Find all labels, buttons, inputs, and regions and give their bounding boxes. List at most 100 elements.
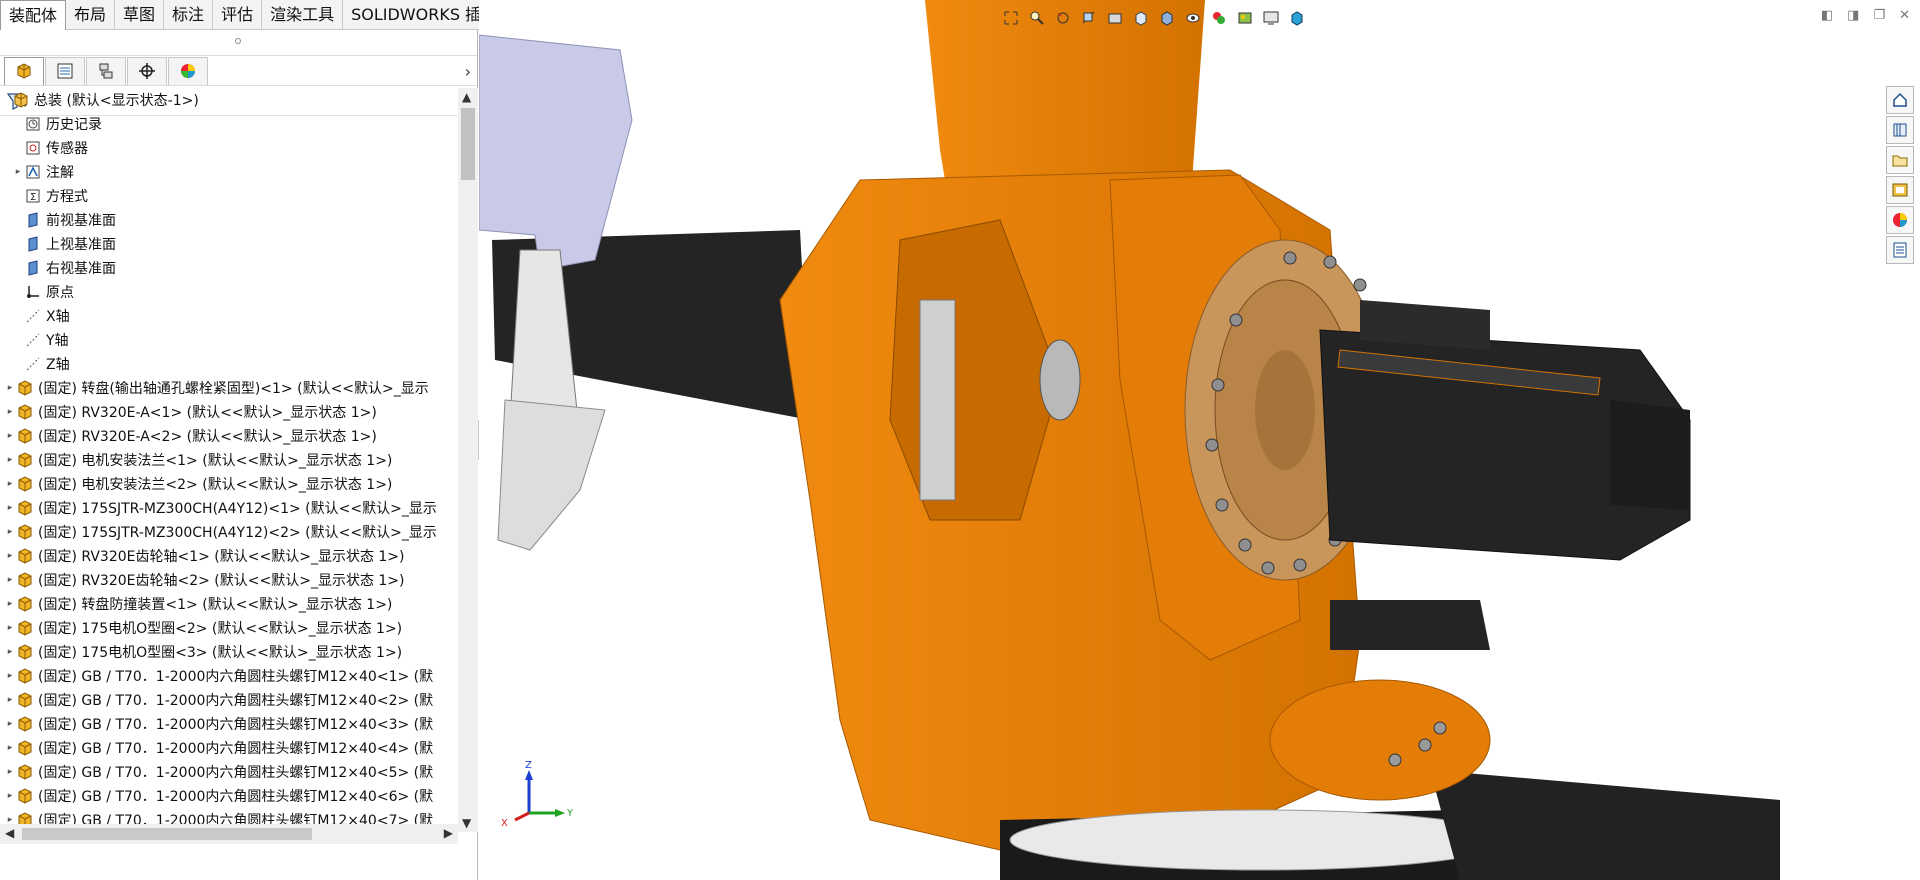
tile-right-icon[interactable]: ◨ xyxy=(1847,8,1859,23)
vertical-scrollbar[interactable]: ▲ ▼ xyxy=(458,88,478,832)
tree-item[interactable]: ▸ 注解 xyxy=(0,160,458,184)
tree-item[interactable]: Z轴 xyxy=(0,352,458,376)
featuremanager-tab[interactable] xyxy=(4,56,44,85)
horizontal-scroll-thumb[interactable] xyxy=(22,828,312,840)
appearances-icon[interactable] xyxy=(1886,206,1914,234)
expand-arrow-icon[interactable]: ▸ xyxy=(4,599,16,609)
tree-item[interactable]: 传感器 xyxy=(0,136,458,160)
expand-arrow-icon[interactable]: ▸ xyxy=(4,695,16,705)
custom-properties-icon[interactable] xyxy=(1886,236,1914,264)
panel-collapse-bar[interactable] xyxy=(0,30,477,56)
expand-arrow-icon[interactable]: ▸ xyxy=(4,623,16,633)
scroll-left-icon[interactable]: ◀ xyxy=(5,826,14,840)
command-tab[interactable]: 渲染工具 xyxy=(262,0,344,30)
dimxpertmanager-tab[interactable] xyxy=(127,56,167,85)
view-settings-icon[interactable] xyxy=(1259,7,1283,29)
section-view-icon[interactable] xyxy=(1077,7,1101,29)
expand-arrow-icon[interactable]: ▸ xyxy=(4,767,16,777)
expand-arrow-icon[interactable]: ▸ xyxy=(4,791,16,801)
tree-component[interactable]: ▸ (固定) 电机安装法兰<1> (默认<<默认>_显示状态 1>) xyxy=(0,448,458,472)
tree-component[interactable]: ▸ (固定) GB / T70．1-2000内六角圆柱头螺钉M12×40<7> (… xyxy=(0,808,458,824)
tree-component[interactable]: ▸ (固定) RV320E-A<1> (默认<<默认>_显示状态 1>) xyxy=(0,400,458,424)
expand-arrow-icon[interactable]: ▸ xyxy=(4,743,16,753)
tree-root[interactable]: 总装 (默认<显示状态-1>) xyxy=(0,88,458,112)
scroll-right-icon[interactable]: ▶ xyxy=(444,826,453,840)
collapse-handle-icon[interactable] xyxy=(235,38,241,44)
tree-component[interactable]: ▸ (固定) 转盘(输出轴通孔螺栓紧固型)<1> (默认<<默认>_显示 xyxy=(0,376,458,400)
more-tabs-chevron-icon[interactable]: › xyxy=(465,62,471,81)
tree-item[interactable]: 前视基准面 xyxy=(0,208,458,232)
tree-component[interactable]: ▸ (固定) GB / T70．1-2000内六角圆柱头螺钉M12×40<3> (… xyxy=(0,712,458,736)
tree-item[interactable]: 右视基准面 xyxy=(0,256,458,280)
expand-arrow-icon[interactable]: ▸ xyxy=(4,407,16,417)
tree-component[interactable]: ▸ (固定) 175电机O型圈<3> (默认<<默认>_显示状态 1>) xyxy=(0,640,458,664)
expand-arrow-icon[interactable]: ▸ xyxy=(4,551,16,561)
scroll-down-icon[interactable]: ▼ xyxy=(462,816,471,830)
apply-scene-icon[interactable] xyxy=(1233,7,1257,29)
hide-show-icon[interactable] xyxy=(1181,7,1205,29)
graphics-area[interactable]: Z Y X ◧ ◨ ❐ ✕ xyxy=(479,0,1920,880)
expand-arrow-icon[interactable]: ▸ xyxy=(4,719,16,729)
expand-arrow-icon[interactable]: ▸ xyxy=(4,815,16,824)
tree-item[interactable]: 原点 xyxy=(0,280,458,304)
tree-component[interactable]: ▸ (固定) RV320E-A<2> (默认<<默认>_显示状态 1>) xyxy=(0,424,458,448)
plane-icon xyxy=(24,235,42,253)
expand-arrow-icon[interactable]: ▸ xyxy=(4,671,16,681)
expand-arrow-icon[interactable]: ▸ xyxy=(4,479,16,489)
tree-component[interactable]: ▸ (固定) 175SJTR-MZ300CH(A4Y12)<2> (默认<<默认>… xyxy=(0,520,458,544)
expand-arrow-icon[interactable]: ▸ xyxy=(12,167,24,177)
tree-component[interactable]: ▸ (固定) RV320E齿轮轴<2> (默认<<默认>_显示状态 1>) xyxy=(0,568,458,592)
zoom-to-fit-icon[interactable] xyxy=(999,7,1023,29)
tree-item[interactable]: Y轴 xyxy=(0,328,458,352)
view-orientation-icon[interactable] xyxy=(1129,7,1153,29)
3d-view-icon[interactable] xyxy=(1285,7,1309,29)
tree-item[interactable]: X轴 xyxy=(0,304,458,328)
close-icon[interactable]: ✕ xyxy=(1899,8,1910,23)
tree-component[interactable]: ▸ (固定) GB / T70．1-2000内六角圆柱头螺钉M12×40<1> (… xyxy=(0,664,458,688)
configurationmanager-tab[interactable] xyxy=(86,56,126,85)
robot-model[interactable] xyxy=(479,0,1920,880)
command-tab[interactable]: 标注 xyxy=(164,0,214,30)
tree-item[interactable]: Σ 方程式 xyxy=(0,184,458,208)
design-library-icon[interactable] xyxy=(1886,116,1914,144)
expand-arrow-icon[interactable]: ▸ xyxy=(4,503,16,513)
previous-view-icon[interactable] xyxy=(1051,7,1075,29)
expand-arrow-icon[interactable]: ▸ xyxy=(4,647,16,657)
tree-component[interactable]: ▸ (固定) GB / T70．1-2000内六角圆柱头螺钉M12×40<5> (… xyxy=(0,760,458,784)
file-explorer-icon[interactable] xyxy=(1886,146,1914,174)
tree-component[interactable]: ▸ (固定) GB / T70．1-2000内六角圆柱头螺钉M12×40<2> (… xyxy=(0,688,458,712)
home-icon[interactable] xyxy=(1886,86,1914,114)
tree-item[interactable]: 历史记录 xyxy=(0,112,458,136)
tree-component[interactable]: ▸ (固定) 电机安装法兰<2> (默认<<默认>_显示状态 1>) xyxy=(0,472,458,496)
tree-component[interactable]: ▸ (固定) 175SJTR-MZ300CH(A4Y12)<1> (默认<<默认>… xyxy=(0,496,458,520)
displaymanager-tab[interactable] xyxy=(168,56,208,85)
edit-appearance-icon[interactable] xyxy=(1207,7,1231,29)
scroll-up-icon[interactable]: ▲ xyxy=(462,90,471,104)
tree-component[interactable]: ▸ (固定) GB / T70．1-2000内六角圆柱头螺钉M12×40<6> (… xyxy=(0,784,458,808)
command-tab[interactable]: 装配体 xyxy=(0,0,67,30)
restore-icon[interactable]: ❐ xyxy=(1873,8,1885,23)
command-tab[interactable]: 布局 xyxy=(66,0,116,30)
view-palette-icon[interactable] xyxy=(1886,176,1914,204)
expand-arrow-icon[interactable]: ▸ xyxy=(4,431,16,441)
tile-left-icon[interactable]: ◧ xyxy=(1821,8,1833,23)
dynamic-annotation-icon[interactable] xyxy=(1103,7,1127,29)
propertymanager-tab[interactable] xyxy=(45,56,85,85)
tree-component[interactable]: ▸ (固定) 175电机O型圈<2> (默认<<默认>_显示状态 1>) xyxy=(0,616,458,640)
gripper-head[interactable] xyxy=(479,34,633,271)
gripper-jaw[interactable] xyxy=(497,399,606,551)
tree-item[interactable]: 上视基准面 xyxy=(0,232,458,256)
tree-component[interactable]: ▸ (固定) 转盘防撞装置<1> (默认<<默认>_显示状态 1>) xyxy=(0,592,458,616)
expand-arrow-icon[interactable]: ▸ xyxy=(4,575,16,585)
command-tab[interactable]: 评估 xyxy=(213,0,263,30)
display-style-icon[interactable] xyxy=(1155,7,1179,29)
horizontal-scrollbar[interactable]: ◀ ▶ xyxy=(0,824,458,844)
command-tab[interactable]: 草图 xyxy=(115,0,165,30)
expand-arrow-icon[interactable]: ▸ xyxy=(4,455,16,465)
vertical-scroll-thumb[interactable] xyxy=(461,108,475,180)
zoom-area-icon[interactable] xyxy=(1025,7,1049,29)
tree-component[interactable]: ▸ (固定) GB / T70．1-2000内六角圆柱头螺钉M12×40<4> (… xyxy=(0,736,458,760)
expand-arrow-icon[interactable]: ▸ xyxy=(4,383,16,393)
tree-component[interactable]: ▸ (固定) RV320E齿轮轴<1> (默认<<默认>_显示状态 1>) xyxy=(0,544,458,568)
expand-arrow-icon[interactable]: ▸ xyxy=(4,527,16,537)
